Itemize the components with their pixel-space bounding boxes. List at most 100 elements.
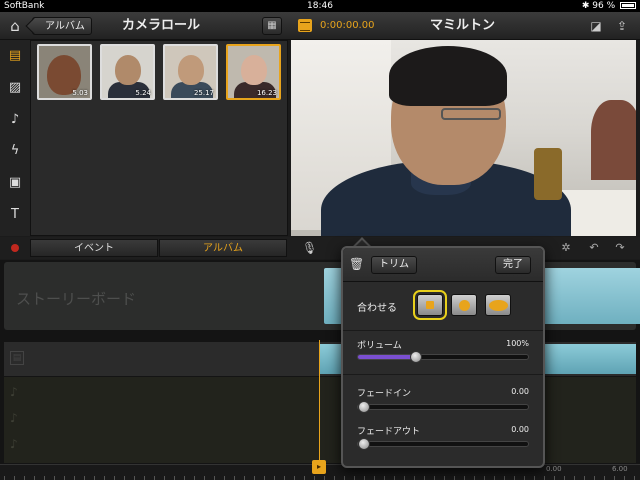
fade-in-knob[interactable]: [358, 401, 370, 413]
text-icon[interactable]: T: [5, 205, 25, 225]
fade-in-slider[interactable]: [357, 401, 529, 413]
media-library: 5.03 5.24 25.17 16.23: [30, 40, 288, 236]
titles-icon[interactable]: ▣: [5, 173, 25, 193]
trim-button[interactable]: トリム: [371, 256, 417, 274]
volume-value: 100%: [506, 339, 529, 348]
transitions-icon[interactable]: ϟ: [5, 141, 25, 161]
fit-label: 合わせる: [357, 303, 397, 314]
fade-out-label: フェードアウト: [357, 427, 421, 437]
ruler-tick: [584, 476, 585, 480]
fit-stretch-icon: [489, 300, 508, 311]
ruler-tick: [44, 476, 45, 480]
battery-indicator: ✱ 96 %: [582, 0, 636, 12]
preview-jar: [534, 148, 562, 200]
ruler-tick: [564, 476, 565, 480]
ruler-tick: [294, 476, 295, 480]
ruler-tick: [574, 476, 575, 480]
ruler-tick: [494, 476, 495, 480]
video-preview[interactable]: [291, 40, 636, 236]
ruler-tick: [384, 476, 385, 480]
battery-icon: [620, 2, 636, 9]
music-icon[interactable]: ♪: [5, 110, 25, 130]
ruler-tick: [514, 476, 515, 480]
clip-duration: 25.17: [193, 89, 214, 97]
fit-option-fill[interactable]: [413, 290, 447, 320]
ruler-tick: [324, 476, 325, 480]
enhance-icon[interactable]: ◪: [588, 18, 604, 34]
clip-thumbnail[interactable]: 5.24: [100, 44, 155, 100]
clip-thumbnail[interactable]: 5.03: [37, 44, 92, 100]
ruler-tick: [14, 476, 15, 480]
record-icon[interactable]: [11, 244, 19, 252]
ruler-tick: [364, 476, 365, 480]
popover-header: 🗑 トリム 完了: [343, 248, 543, 282]
fit-option-stretch[interactable]: [485, 294, 511, 316]
ruler-tick: [154, 476, 155, 480]
playhead-handle[interactable]: ▸: [312, 460, 326, 474]
fit-option-fit[interactable]: [451, 294, 477, 316]
volume-knob[interactable]: [410, 351, 422, 363]
photos-icon[interactable]: ▨: [5, 78, 25, 98]
preview-background-person: [591, 100, 636, 180]
back-button[interactable]: アルバム: [32, 17, 92, 35]
ruler-tick: [284, 476, 285, 480]
ruler-tick: [604, 476, 605, 480]
ruler-tick: [264, 476, 265, 480]
ruler-tick: [524, 476, 525, 480]
preview-subject-glasses: [441, 108, 501, 120]
grid-icon[interactable]: ▦: [262, 17, 282, 35]
settings-icon[interactable]: ✲: [558, 240, 574, 256]
ruler-tick: [204, 476, 205, 480]
preview-subject-hair: [389, 46, 507, 106]
fade-out-slider[interactable]: [357, 438, 529, 450]
ruler-tick: [354, 476, 355, 480]
top-toolbar: ⌂ アルバム カメラロール ▦ 0:00:00.00 マミルトン ◪ ⇪: [0, 12, 640, 40]
ruler-tick: [334, 476, 335, 480]
ruler-tick: [344, 476, 345, 480]
ruler-label: 0.00: [546, 465, 562, 473]
battery-percent: 96 %: [592, 1, 616, 11]
storyboard-placeholder: ストーリーボード: [16, 290, 137, 308]
ruler-tick: [54, 476, 55, 480]
playhead: [319, 340, 320, 464]
ruler-tick: [174, 476, 175, 480]
bluetooth-icon: ✱: [581, 1, 590, 11]
ruler-tick: [164, 476, 165, 480]
clip-duration: 5.03: [72, 89, 88, 97]
library-title: カメラロール: [122, 18, 201, 33]
undo-icon[interactable]: ↶: [586, 240, 602, 256]
ruler-tick: [244, 476, 245, 480]
tab-album[interactable]: アルバム: [159, 239, 287, 257]
volume-label: ボリューム: [357, 341, 402, 351]
projects-icon[interactable]: ▤: [5, 46, 25, 66]
home-icon[interactable]: ⌂: [6, 17, 24, 35]
ruler-tick: [414, 476, 415, 480]
share-icon[interactable]: ⇪: [614, 18, 630, 34]
fade-out-value: 0.00: [511, 425, 529, 434]
ruler-tick: [114, 476, 115, 480]
clip-thumbnail[interactable]: 25.17: [163, 44, 218, 100]
ruler-tick: [374, 476, 375, 480]
volume-slider[interactable]: [357, 351, 529, 363]
ruler-tick: [464, 476, 465, 480]
clip-thumbnail-selected[interactable]: 16.23: [226, 44, 281, 100]
ruler-tick: [214, 476, 215, 480]
redo-icon[interactable]: ↷: [612, 240, 628, 256]
ruler-tick: [84, 476, 85, 480]
media-sidebar: ▤ ▨ ♪ ϟ ▣ T: [0, 40, 30, 236]
trim-popover: 🗑 トリム 完了 合わせる ボリューム 100% フェードイン 0.00 フェー…: [341, 246, 545, 468]
ruler-tick: [104, 476, 105, 480]
ruler-tick: [544, 476, 545, 480]
ruler-tick: [534, 476, 535, 480]
fade-in-value: 0.00: [511, 387, 529, 396]
mic-icon[interactable]: 🎙: [302, 240, 317, 256]
ruler-tick: [314, 476, 315, 480]
divider: [343, 374, 543, 375]
ruler-tick: [274, 476, 275, 480]
timecode-display: 0:00:00.00: [320, 20, 375, 31]
clip-duration: 5.24: [135, 89, 151, 97]
fade-out-knob[interactable]: [358, 438, 370, 450]
done-button[interactable]: 完了: [495, 256, 531, 274]
tab-event[interactable]: イベント: [30, 239, 158, 257]
trash-icon[interactable]: 🗑: [349, 257, 364, 271]
